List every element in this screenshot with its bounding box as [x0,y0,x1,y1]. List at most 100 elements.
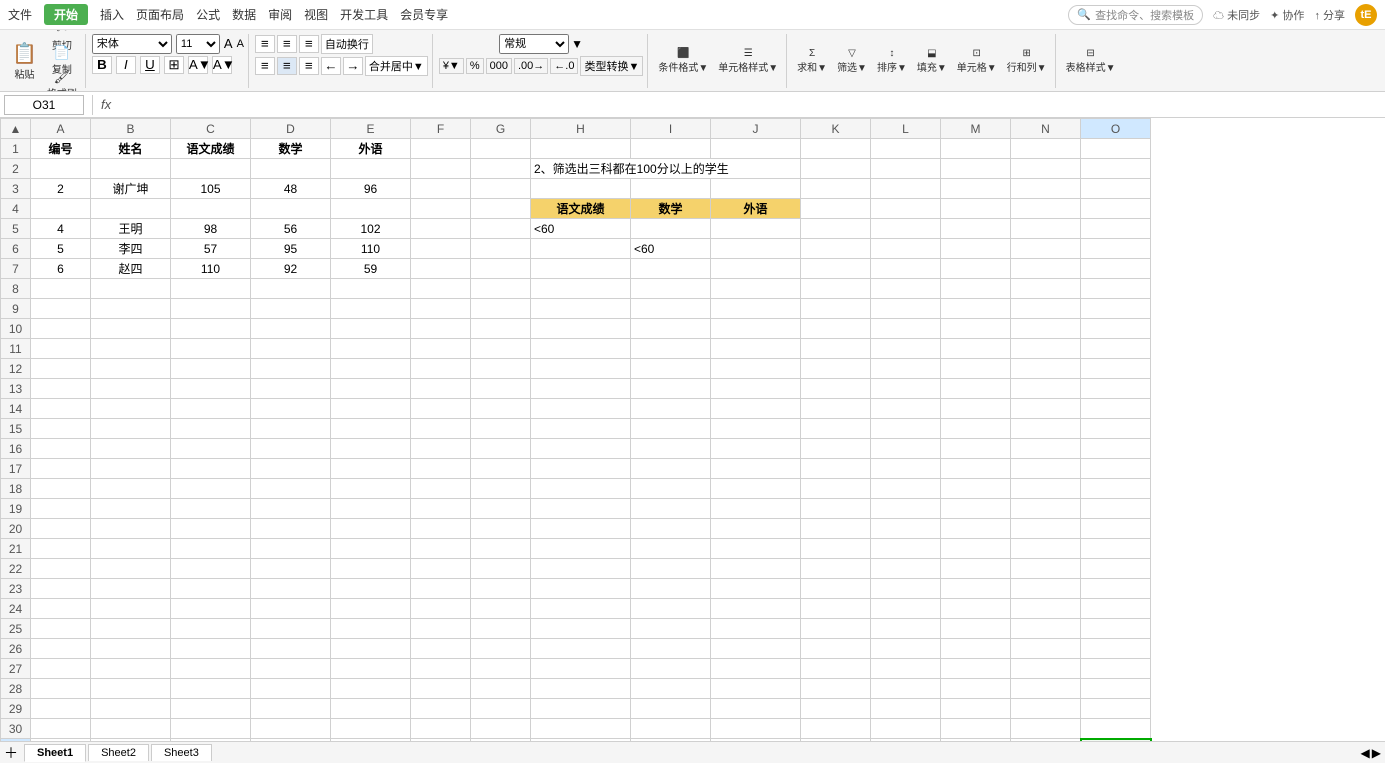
cell-d4[interactable] [251,199,331,219]
sheet-tab-2[interactable]: Sheet2 [88,744,149,761]
align-center-btn[interactable]: ≡ [277,57,297,75]
cell-o3[interactable] [1081,179,1151,199]
cell-m5[interactable] [941,219,1011,239]
menu-view[interactable]: 视图 [304,6,328,23]
col-header-o[interactable]: O [1081,119,1151,139]
filter-btn[interactable]: ▽筛选▼ [833,37,871,85]
cell-a6[interactable]: 5 [31,239,91,259]
cell-n5[interactable] [1011,219,1081,239]
col-header-f[interactable]: F [411,119,471,139]
cell-e2[interactable] [331,159,411,179]
cell-b3[interactable]: 谢广坤 [91,179,171,199]
sheet-tab-3[interactable]: Sheet3 [151,744,212,761]
cell-n7[interactable] [1011,259,1081,279]
sheet-tab-1[interactable]: Sheet1 [24,744,86,762]
percent-btn[interactable]: % [466,58,484,74]
cell-e1[interactable]: 外语 [331,139,411,159]
font-color-btn[interactable]: A▼ [212,56,232,74]
merge-center-btn[interactable]: 合并居中▼ [365,56,428,76]
cell-j5[interactable] [711,219,801,239]
col-header-i[interactable]: I [631,119,711,139]
cell-m6[interactable] [941,239,1011,259]
align-middle-btn[interactable]: ≡ [277,35,297,53]
cell-j7[interactable] [711,259,801,279]
cell-o31-selected[interactable] [1081,739,1151,742]
search-box[interactable]: 🔍 查找命令、搜索模板 [1068,5,1203,25]
col-header-c[interactable]: C [171,119,251,139]
cell-n3[interactable] [1011,179,1081,199]
cell-e5[interactable]: 102 [331,219,411,239]
menu-file[interactable]: 文件 [8,6,32,23]
cell-o6[interactable] [1081,239,1151,259]
select-all-icon[interactable]: ▲ [10,122,22,136]
cell-c1[interactable]: 语文成绩 [171,139,251,159]
cell-a7[interactable]: 6 [31,259,91,279]
formula-input[interactable] [115,95,1381,115]
cell-format-btn[interactable]: ⊡单元格▼ [953,37,1001,85]
cell-style-btn[interactable]: ☰单元格样式▼ [714,37,782,85]
cell-d7[interactable]: 92 [251,259,331,279]
menu-data[interactable]: 数据 [232,6,256,23]
cell-e6[interactable]: 110 [331,239,411,259]
cell-g4[interactable] [471,199,531,219]
cell-l1[interactable] [871,139,941,159]
cell-j4[interactable]: 外语 [711,199,801,219]
cell-c7[interactable]: 110 [171,259,251,279]
cell-i5[interactable] [631,219,711,239]
font-size-increase-btn[interactable]: A [224,36,233,51]
table-format-btn[interactable]: ⊟表格样式▼ [1062,37,1120,85]
cell-g5[interactable] [471,219,531,239]
cell-j6[interactable] [711,239,801,259]
cell-d2[interactable] [251,159,331,179]
indent-dec-btn[interactable]: ← [321,57,341,75]
cell-d5[interactable]: 56 [251,219,331,239]
cell-i7[interactable] [631,259,711,279]
cell-k5[interactable] [801,219,871,239]
cell-g3[interactable] [471,179,531,199]
menu-vip[interactable]: 会员专享 [400,6,448,23]
cell-h2[interactable]: 2、筛选出三科都在100分以上的学生 [531,159,801,179]
cell-k2[interactable] [801,159,871,179]
col-header-m[interactable]: M [941,119,1011,139]
menu-formula[interactable]: 公式 [196,6,220,23]
cell-h3[interactable] [531,179,631,199]
cell-k4[interactable] [801,199,871,219]
cell-h1[interactable] [531,139,631,159]
cell-o5[interactable] [1081,219,1151,239]
cell-b2[interactable] [91,159,171,179]
cell-f4[interactable] [411,199,471,219]
bold-btn[interactable]: B [92,56,112,74]
cell-b4[interactable] [91,199,171,219]
cell-h5[interactable]: <60 [531,219,631,239]
sum-btn[interactable]: Σ求和▼ [793,37,831,85]
fill-btn[interactable]: ⬓填充▼ [913,37,951,85]
cell-o4[interactable] [1081,199,1151,219]
cell-m2[interactable] [941,159,1011,179]
align-right-btn[interactable]: ≡ [299,57,319,75]
col-header-l[interactable]: L [871,119,941,139]
cell-f3[interactable] [411,179,471,199]
cell-c4[interactable] [171,199,251,219]
cell-k1[interactable] [801,139,871,159]
cell-b1[interactable]: 姓名 [91,139,171,159]
cell-e3[interactable]: 96 [331,179,411,199]
cell-j3[interactable] [711,179,801,199]
currency-btn[interactable]: ¥▼ [439,58,464,74]
italic-btn[interactable]: I [116,56,136,74]
collab-label[interactable]: ✦ 协作 [1270,7,1304,23]
cell-m4[interactable] [941,199,1011,219]
cell-m7[interactable] [941,259,1011,279]
cell-c3[interactable]: 105 [171,179,251,199]
grid-container[interactable]: ▲ A B C D E F G H I J K L M [0,118,1385,741]
cell-l7[interactable] [871,259,941,279]
cell-k6[interactable] [801,239,871,259]
add-sheet-btn[interactable]: ＋ [4,743,18,763]
cell-n6[interactable] [1011,239,1081,259]
cell-i1[interactable] [631,139,711,159]
cell-d3[interactable]: 48 [251,179,331,199]
cell-k3[interactable] [801,179,871,199]
cell-l4[interactable] [871,199,941,219]
cell-h6[interactable] [531,239,631,259]
cell-e4[interactable] [331,199,411,219]
sync-label[interactable]: ☁ 未同步 [1213,7,1260,23]
